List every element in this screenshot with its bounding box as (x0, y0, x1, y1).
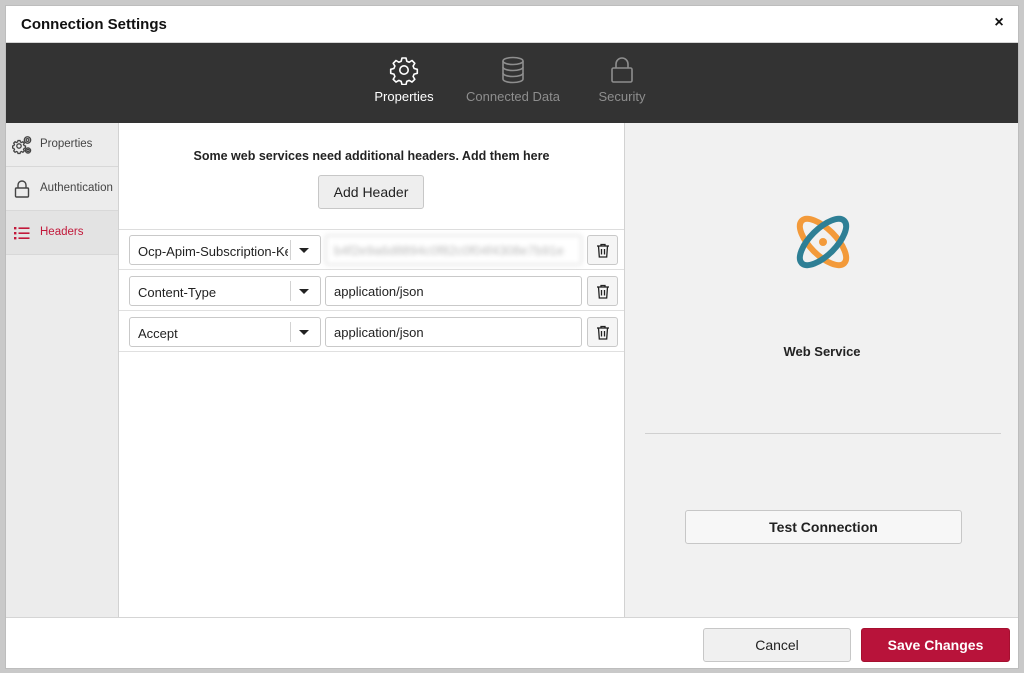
add-header-button[interactable]: Add Header (318, 175, 424, 209)
trash-icon (597, 325, 609, 340)
cancel-button[interactable]: Cancel (703, 628, 851, 662)
divider (645, 433, 1001, 434)
select-separator (290, 281, 291, 301)
gears-icon (12, 136, 32, 155)
topnav-security-label: Security (598, 89, 646, 104)
delete-header-button[interactable] (587, 235, 618, 265)
header-row: Ocp-Apim-Subscription-Key (119, 230, 624, 270)
sidebar-item-label: Headers (40, 226, 84, 238)
header-row: Accept (119, 312, 624, 352)
header-value-input[interactable] (325, 317, 582, 347)
service-name: Web Service (783, 344, 861, 359)
topnav-connected-data-label: Connected Data (466, 89, 560, 104)
headers-panel: Some web services need additional header… (119, 123, 624, 617)
select-separator (290, 322, 291, 342)
top-navigation: Properties Connected Data Security (6, 43, 1018, 123)
header-name-value: Accept (138, 326, 178, 341)
sidebar-item-authentication[interactable]: Authentication (6, 167, 118, 211)
headers-hint: Some web services need additional header… (193, 149, 550, 163)
connection-settings-dialog: Connection Settings × Properties Connect… (5, 5, 1019, 669)
topnav-connected-data[interactable]: Connected Data (458, 55, 568, 104)
delete-header-button[interactable] (587, 317, 618, 347)
chevron-down-icon (299, 289, 309, 294)
header-value-input[interactable] (325, 276, 582, 306)
topnav-properties-label: Properties (374, 89, 434, 104)
dialog-titlebar: Connection Settings × (6, 6, 1018, 43)
sidebar: Properties Authentication Headers (6, 123, 119, 617)
sidebar-item-properties[interactable]: Properties (6, 123, 118, 167)
lock-icon (611, 57, 633, 83)
header-name-value: Content-Type (138, 285, 217, 300)
header-name-select[interactable]: Accept (129, 317, 321, 347)
chevron-down-icon (299, 330, 309, 335)
chevron-down-icon (299, 248, 309, 253)
select-separator (290, 240, 291, 260)
header-name-select[interactable]: Content-Type (129, 276, 321, 306)
lock-icon (14, 180, 30, 198)
close-button[interactable]: × (990, 14, 1008, 32)
topnav-security[interactable]: Security (567, 55, 677, 104)
test-connection-button[interactable]: Test Connection (685, 510, 962, 544)
trash-icon (597, 243, 609, 258)
header-name-value: Ocp-Apim-Subscription-Key (138, 244, 288, 259)
delete-header-button[interactable] (587, 276, 618, 306)
web-service-logo-icon (796, 215, 850, 269)
gear-icon (389, 57, 419, 85)
topnav-properties[interactable]: Properties (349, 55, 459, 104)
database-icon (502, 56, 524, 84)
list-icon (14, 227, 30, 240)
dialog-footer: Cancel Save Changes (6, 617, 1018, 668)
sidebar-item-label: Authentication (40, 182, 113, 194)
save-changes-button[interactable]: Save Changes (861, 628, 1010, 662)
header-row: Content-Type (119, 271, 624, 311)
dialog-title: Connection Settings (21, 16, 167, 33)
header-value-input[interactable] (325, 235, 582, 265)
header-name-select[interactable]: Ocp-Apim-Subscription-Key (129, 235, 321, 265)
sidebar-item-label: Properties (40, 138, 93, 150)
service-panel: Web Service Test Connection (624, 123, 1018, 617)
sidebar-item-headers[interactable]: Headers (6, 211, 118, 255)
trash-icon (597, 284, 609, 299)
